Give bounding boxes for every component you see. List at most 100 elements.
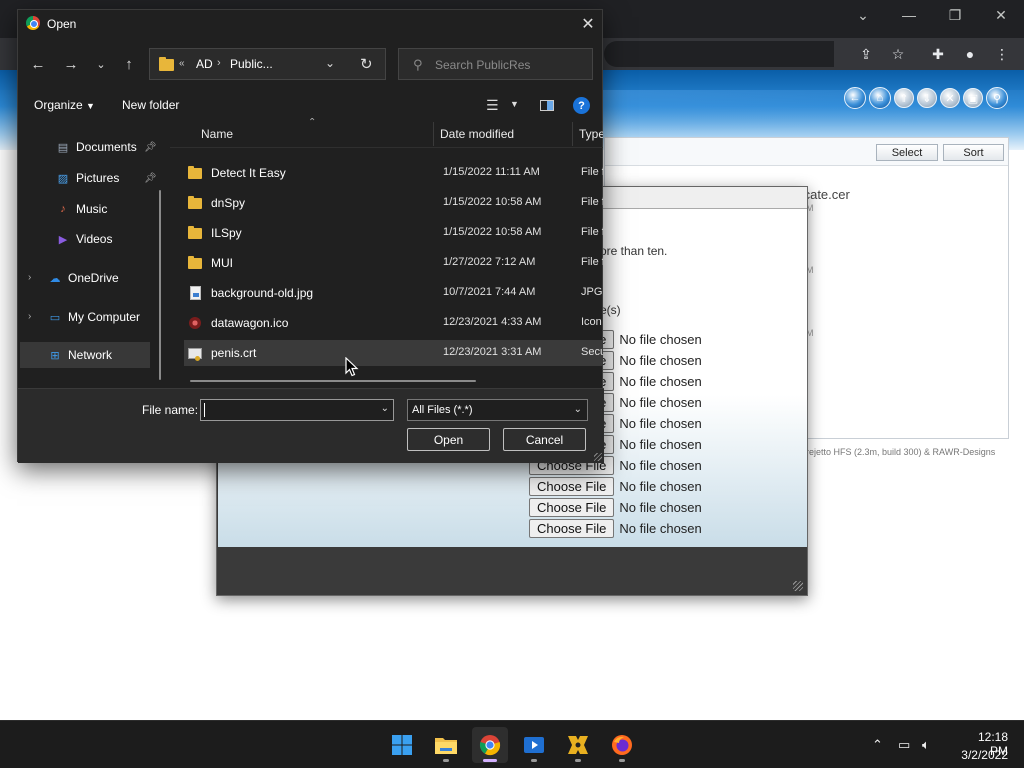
network-status-icon[interactable]: ▭ (898, 737, 910, 753)
recent-locations-icon[interactable]: ⌄ (91, 54, 111, 74)
restore-icon[interactable]: ❐ (932, 0, 978, 30)
nav-item-music[interactable]: ♪ Music (20, 196, 160, 222)
profile-icon[interactable]: ● (960, 44, 980, 64)
home-icon[interactable]: ⌂ (869, 87, 891, 109)
open-file-dialog: Open ✕ ← → ⌄ ↑ « AD › Public... ⌄ ↻ ⚲ Or… (17, 9, 604, 463)
lock-icon[interactable]: ▣ (963, 88, 983, 108)
minimize-icon[interactable]: — (886, 0, 932, 30)
file-row[interactable]: background-old.jpg 10/7/2021 7:44 AM JPG F (184, 280, 603, 306)
chevron-down-icon[interactable]: ⌄ (840, 0, 886, 30)
preview-pane-icon[interactable] (540, 100, 554, 111)
nav-item-documents[interactable]: ▤ Documents 📌︎ (20, 134, 160, 160)
file-row[interactable]: penis.crt 12/23/2021 3:31 AM Secu (184, 340, 603, 366)
organize-button[interactable]: Organize ▼ (34, 98, 95, 112)
address-bar[interactable] (604, 41, 834, 67)
back-icon[interactable]: ← (844, 87, 866, 109)
volume-icon[interactable]: 🔈︎ (922, 737, 930, 753)
search-input[interactable] (435, 56, 585, 74)
open-button[interactable]: Open (407, 428, 490, 451)
file-row[interactable]: ILSpy 1/15/2022 10:58 AM File fo (184, 220, 603, 246)
cancel-button[interactable]: Cancel (503, 428, 586, 451)
chevron-down-icon[interactable]: ⌄ (574, 404, 582, 415)
folder-icon (159, 57, 174, 71)
star-icon[interactable]: ☆ (888, 44, 908, 64)
share-icon[interactable]: ⇪ (856, 44, 876, 64)
no-file-chosen-text: No file chosen (619, 353, 702, 368)
horizontal-scrollbar[interactable] (190, 380, 476, 382)
file-date-modified: 12/23/2021 4:33 AM (443, 316, 542, 328)
chevron-right-icon[interactable]: › (217, 57, 221, 69)
chevron-down-icon[interactable]: ⌄ (325, 56, 335, 70)
caret-down-icon[interactable]: ▼ (510, 99, 519, 109)
column-header-date[interactable]: Date modified (440, 127, 514, 141)
choose-file-button[interactable]: Choose File (529, 498, 615, 517)
taskbar-app[interactable] (560, 727, 596, 763)
column-divider[interactable] (572, 122, 573, 146)
chevron-up-icon[interactable]: ⌃ (872, 737, 883, 753)
sort-button[interactable]: Sort (943, 144, 1004, 161)
nav-item-my-computer[interactable]: ▭ My Computer (20, 304, 150, 330)
help-icon[interactable]: ? (573, 97, 590, 114)
extensions-icon[interactable]: ✚ (928, 44, 948, 64)
file-type-value: All Files (*.*) (412, 404, 473, 416)
search-icon[interactable]: ⚲ (986, 87, 1008, 109)
file-date-modified: 10/7/2021 7:44 AM (443, 286, 536, 298)
app-icon (568, 736, 588, 754)
file-type: File fo (581, 226, 603, 238)
file-name-combobox[interactable]: ⌄ (200, 399, 394, 421)
navigation-row: ← → ⌄ ↑ « AD › Public... ⌄ ↻ ⚲ (18, 48, 602, 80)
taskbar-file-explorer[interactable] (428, 727, 464, 763)
clock-date[interactable]: 3/2/2022 (958, 748, 1008, 762)
chevron-down-icon[interactable]: ⌄ (381, 403, 389, 414)
select-button[interactable]: Select (876, 144, 938, 161)
column-divider[interactable] (433, 122, 434, 146)
pin-icon: 📌︎ (144, 141, 157, 153)
close-icon[interactable]: ✕ (978, 0, 1024, 30)
taskbar-firefox[interactable] (604, 727, 640, 763)
file-type: Icon (581, 316, 602, 328)
taskbar-chrome[interactable] (472, 727, 508, 763)
file-name-input[interactable] (204, 402, 374, 418)
refresh-icon[interactable]: ↻ (360, 55, 373, 73)
expand-icon[interactable]: ⇑ (894, 88, 914, 108)
column-header-name[interactable]: Name (201, 127, 233, 141)
nav-item-onedrive[interactable]: ☁ OneDrive (20, 265, 150, 291)
file-row[interactable]: Detect It Easy 1/15/2022 11:11 AM File fo (184, 160, 603, 186)
address-overflow[interactable]: « (179, 58, 185, 69)
file-name: dnSpy (211, 196, 246, 210)
windows-start-button[interactable] (384, 727, 420, 763)
choose-file-row: Choose File No file chosen (529, 498, 702, 517)
no-file-chosen-text: No file chosen (619, 374, 702, 389)
address-bar[interactable]: « AD › Public... ⌄ ↻ (149, 48, 386, 80)
nav-item-videos[interactable]: ▶ Videos (20, 226, 160, 252)
choose-file-button[interactable]: Choose File (529, 477, 615, 496)
file-type-select[interactable]: All Files (*.*) ⌄ (407, 399, 588, 421)
choose-file-button[interactable]: Choose File (529, 519, 615, 538)
resize-grip-icon[interactable] (793, 581, 803, 591)
close-icon[interactable]: ✕ (574, 10, 602, 38)
computer-icon: ▭ (49, 311, 61, 324)
up-arrow-icon[interactable]: ↑ (119, 54, 139, 74)
resize-grip-icon[interactable] (594, 453, 602, 461)
documents-icon: ▤ (57, 141, 69, 154)
address-segment[interactable]: AD (196, 57, 213, 71)
vertical-scrollbar[interactable] (159, 190, 161, 380)
address-segment[interactable]: Public... (230, 57, 273, 71)
file-row[interactable]: MUI 1/27/2022 7:12 AM File fo (184, 250, 603, 276)
menu-icon[interactable]: ⋮ (992, 44, 1012, 64)
view-options-icon[interactable]: ☰ (486, 97, 499, 114)
forward-arrow-icon[interactable]: → (61, 54, 81, 74)
column-header-type[interactable]: Type (579, 127, 603, 141)
nav-item-network[interactable]: ⊞ Network (20, 342, 150, 368)
window-controls: ⌄ — ❐ ✕ (840, 0, 1024, 30)
nav-item-pictures[interactable]: ▨ Pictures 📌︎ (20, 165, 160, 191)
search-box[interactable]: ⚲ (398, 48, 593, 80)
taskbar-media-player[interactable] (516, 727, 552, 763)
file-row[interactable]: dnSpy 1/15/2022 10:58 AM File fo (184, 190, 603, 216)
back-arrow-icon[interactable]: ← (28, 54, 48, 74)
running-indicator (483, 759, 497, 762)
delete-icon[interactable]: ✕ (940, 88, 960, 108)
file-row[interactable]: datawagon.ico 12/23/2021 4:33 AM Icon (184, 310, 603, 336)
new-folder-button[interactable]: New folder (122, 98, 179, 112)
collapse-icon[interactable]: ⇓ (917, 88, 937, 108)
